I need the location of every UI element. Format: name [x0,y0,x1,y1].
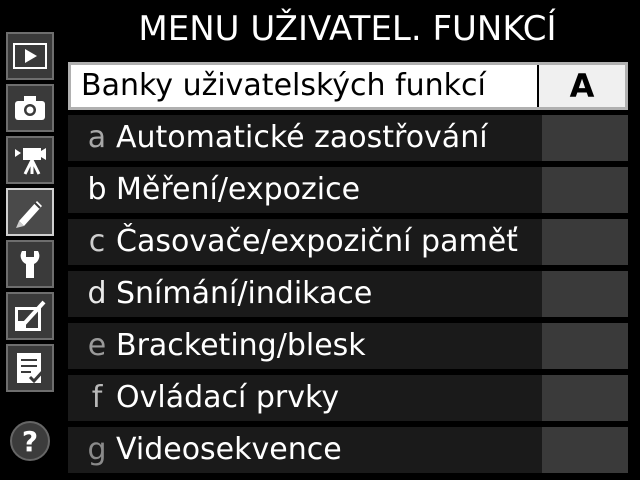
tab-retouch[interactable] [6,292,54,340]
menu-item-label: Snímání/indikace [116,276,373,311]
tab-my-menu[interactable] [6,344,54,392]
menu-item-label: Banky uživatelských funkcí [81,68,486,103]
tab-shooting[interactable] [6,84,54,132]
tab-playback[interactable] [6,32,54,80]
menu-item-value [542,167,628,213]
menu-item-label: Časovače/expoziční paměť [116,224,518,259]
menu-item-label: Automatické zaostřování [116,120,488,155]
menu-item-letter: e [87,328,107,363]
tab-setup[interactable] [6,240,54,288]
menu-item-letter: g [87,432,107,467]
menu-item-letter: a [87,120,107,155]
menu-item-value [542,375,628,421]
menu-item-label: Měření/expozice [116,172,361,207]
menu-item-label: Ovládací prvky [116,380,340,415]
menu-item-value [542,219,628,265]
pencil-icon [16,201,42,228]
playback-icon [13,43,47,69]
wrench-icon [20,251,40,278]
tab-movie[interactable] [6,136,54,184]
menu-item-settings-bank[interactable]: Banky uživatelských funkcí A [68,62,628,110]
menu-tab-strip: ? [0,26,60,480]
menu-item-value [542,323,628,369]
menu-item-label: Videosekvence [116,432,342,467]
menu-item-movie[interactable]: g Videosekvence [68,427,628,473]
custom-settings-menu: Banky uživatelských funkcí A a Automatic… [68,58,628,480]
page-title: MENU UŽIVATEL. FUNKCÍ [138,9,557,49]
menu-item-metering-exposure[interactable]: b Měření/expozice [68,167,628,213]
menu-item-bracketing-flash[interactable]: e Bracketing/blesk [68,323,628,369]
menu-item-shooting-display[interactable]: d Snímání/indikace [68,271,628,317]
retouch-icon [15,300,46,331]
menu-item-value [542,115,628,161]
menu-item-value: A [537,65,625,107]
menu-item-timers-ae-lock[interactable]: c Časovače/expoziční paměť [68,219,628,265]
menu-item-value [542,427,628,473]
menu-item-letter: d [87,276,107,311]
menu-item-letter: f [91,380,103,415]
menu-item-controls[interactable]: f Ovládací prvky [68,375,628,421]
my-menu-icon [17,353,46,384]
movie-icon [15,148,46,175]
menu-item-label: Bracketing/blesk [116,328,366,363]
camera-icon [15,96,45,120]
help-button[interactable]: ? [10,421,50,461]
menu-item-letter: c [88,224,106,259]
menu-item-letter: b [87,172,107,207]
menu-item-value [542,271,628,317]
menu-item-autofocus[interactable]: a Automatické zaostřování [68,115,628,161]
tab-custom-settings[interactable] [6,188,54,236]
